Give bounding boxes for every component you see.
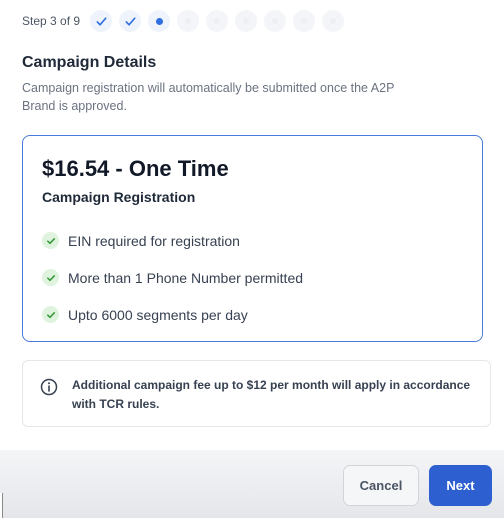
plan-subtitle: Campaign Registration bbox=[42, 189, 196, 205]
section-title: Campaign Details bbox=[22, 54, 157, 71]
feature-text: Upto 6000 segments per day bbox=[68, 306, 248, 323]
step-counter: Step 3 of 9 bbox=[22, 14, 81, 28]
feature-item: EIN required for registration bbox=[42, 222, 303, 259]
notice-text: Additional campaign fee up to $12 per mo… bbox=[72, 378, 471, 411]
step-6-pending bbox=[235, 10, 258, 32]
modal-footer: Cancel Next bbox=[0, 450, 504, 518]
checkmark-icon bbox=[125, 16, 136, 26]
check-icon bbox=[42, 306, 59, 323]
step-4-pending bbox=[177, 10, 200, 32]
stepper: Step 3 of 9 bbox=[22, 8, 351, 34]
section-description: Campaign registration will automatically… bbox=[22, 81, 395, 113]
current-step-dot bbox=[155, 17, 163, 25]
campaign-details-page: Step 3 of 9 Campaign Details Campaign re… bbox=[0, 0, 504, 518]
check-icon bbox=[42, 232, 59, 249]
step-8-pending bbox=[293, 10, 316, 32]
fee-notice: Additional campaign fee up to $12 per mo… bbox=[22, 360, 491, 427]
plan-price: $16.54 - One Time bbox=[42, 156, 229, 181]
feature-text: EIN required for registration bbox=[68, 232, 240, 249]
step-5-pending bbox=[206, 10, 229, 32]
feature-item: More than 1 Phone Number permitted bbox=[42, 259, 303, 296]
step-3-current bbox=[148, 10, 171, 32]
feature-list: EIN required for registration More than … bbox=[42, 222, 303, 333]
step-2-complete bbox=[119, 10, 142, 32]
checkmark-icon bbox=[96, 16, 107, 26]
window-corner bbox=[0, 493, 3, 518]
step-9-pending bbox=[322, 10, 345, 32]
check-icon bbox=[42, 269, 59, 286]
cancel-button[interactable]: Cancel bbox=[343, 465, 419, 506]
feature-text: More than 1 Phone Number permitted bbox=[68, 269, 304, 286]
step-7-pending bbox=[264, 10, 287, 32]
step-1-complete bbox=[90, 10, 113, 32]
info-icon bbox=[40, 378, 58, 396]
plan-card[interactable]: $16.54 - One Time Campaign Registration … bbox=[22, 135, 483, 342]
feature-item: Upto 6000 segments per day bbox=[42, 296, 303, 333]
next-button[interactable]: Next bbox=[429, 465, 492, 506]
